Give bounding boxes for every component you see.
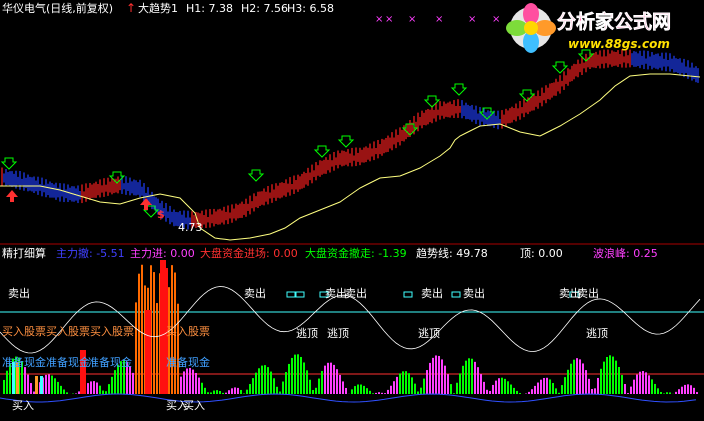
sell-arrow-icon (450, 83, 468, 96)
escape-label: 逃顶 (327, 327, 349, 340)
sell-label: 卖出 (325, 287, 347, 300)
logo-text: 分析家公式网 (557, 10, 671, 33)
x-mark-icon: × (375, 14, 383, 25)
dapan-in-value: 大盘资金进场: 0.00 (200, 247, 298, 260)
x-mark-icon: × (385, 14, 393, 25)
buy-stock-label: 买入股票 (90, 325, 134, 338)
top-box-icon (295, 291, 305, 298)
escape-label: 逃顶 (418, 327, 440, 340)
h2-value: H2: 7.56 (241, 2, 288, 15)
escape-label: 逃顶 (296, 327, 318, 340)
x-mark-icon: × (408, 14, 416, 25)
h1-value: H1: 7.38 (186, 2, 233, 15)
h3-value: H3: 6.58 (287, 2, 334, 15)
low-marker: $ (157, 208, 165, 221)
buy-arrow-icon (6, 190, 18, 202)
zhulisun-value: 主力撤: -5.51 (56, 247, 125, 260)
sell-label: 卖出 (463, 287, 485, 300)
prep-cash-label: 准备现金 (88, 356, 132, 369)
sell-label: 卖出 (577, 287, 599, 300)
sub-indicator-name: 精打细算 (2, 247, 46, 260)
low-line (0, 393, 697, 403)
buy-stock-label: 买入股票 (2, 325, 46, 338)
sell-arrow-icon (423, 95, 441, 108)
indicator-name: 大趋势1 (138, 2, 178, 15)
signal-bar (40, 376, 43, 394)
top-box-icon (451, 291, 461, 298)
buy-stock-label: 买入股票 (46, 325, 90, 338)
sell-arrow-icon (247, 169, 265, 182)
prep-cash-label: 准备现金 (2, 356, 46, 369)
sell-arrow-icon (313, 145, 331, 158)
dapan-out-value: 大盘资金撤走: -1.39 (305, 247, 407, 260)
logo-url: www.88gs.com (568, 37, 670, 51)
wave-value: 波浪峰: 0.25 (593, 247, 658, 260)
stock-title: 华仪电气(日线,前复权) (2, 2, 114, 15)
x-mark-icon: × (492, 14, 500, 25)
site-logo: 分析家公式网 www.88gs.com (505, 2, 701, 54)
sell-arrow-icon (337, 135, 355, 148)
trend-up-icon: ↑ (126, 1, 137, 15)
top-value: 顶: 0.00 (520, 247, 563, 260)
sell-arrow-icon (551, 61, 569, 74)
sell-arrow-icon (0, 157, 18, 170)
top-box-icon (403, 291, 413, 298)
buy-label: 买入 (183, 399, 205, 412)
flower-icon (506, 3, 556, 53)
escape-label: 逃顶 (586, 327, 608, 340)
trend-value: 趋势线: 49.78 (416, 247, 488, 260)
prep-cash-label: 准备现金 (46, 356, 90, 369)
sell-label: 卖出 (345, 287, 367, 300)
low-price-label: 4.73 (178, 221, 203, 234)
signal-bar (35, 376, 38, 394)
buy-label: 买入 (12, 399, 34, 412)
x-mark-icon: × (468, 14, 476, 25)
sell-label: 卖出 (8, 287, 30, 300)
buy-stock-label: 买入股票 (166, 325, 210, 338)
signal-bar (145, 310, 151, 394)
top-box-icon (286, 291, 296, 298)
x-mark-icon: × (435, 14, 443, 25)
sell-label: 卖出 (244, 287, 266, 300)
prep-cash-label: 准备现金 (166, 356, 210, 369)
zhulijin-value: 主力进: 0.00 (130, 247, 195, 260)
sell-label: 卖出 (421, 287, 443, 300)
